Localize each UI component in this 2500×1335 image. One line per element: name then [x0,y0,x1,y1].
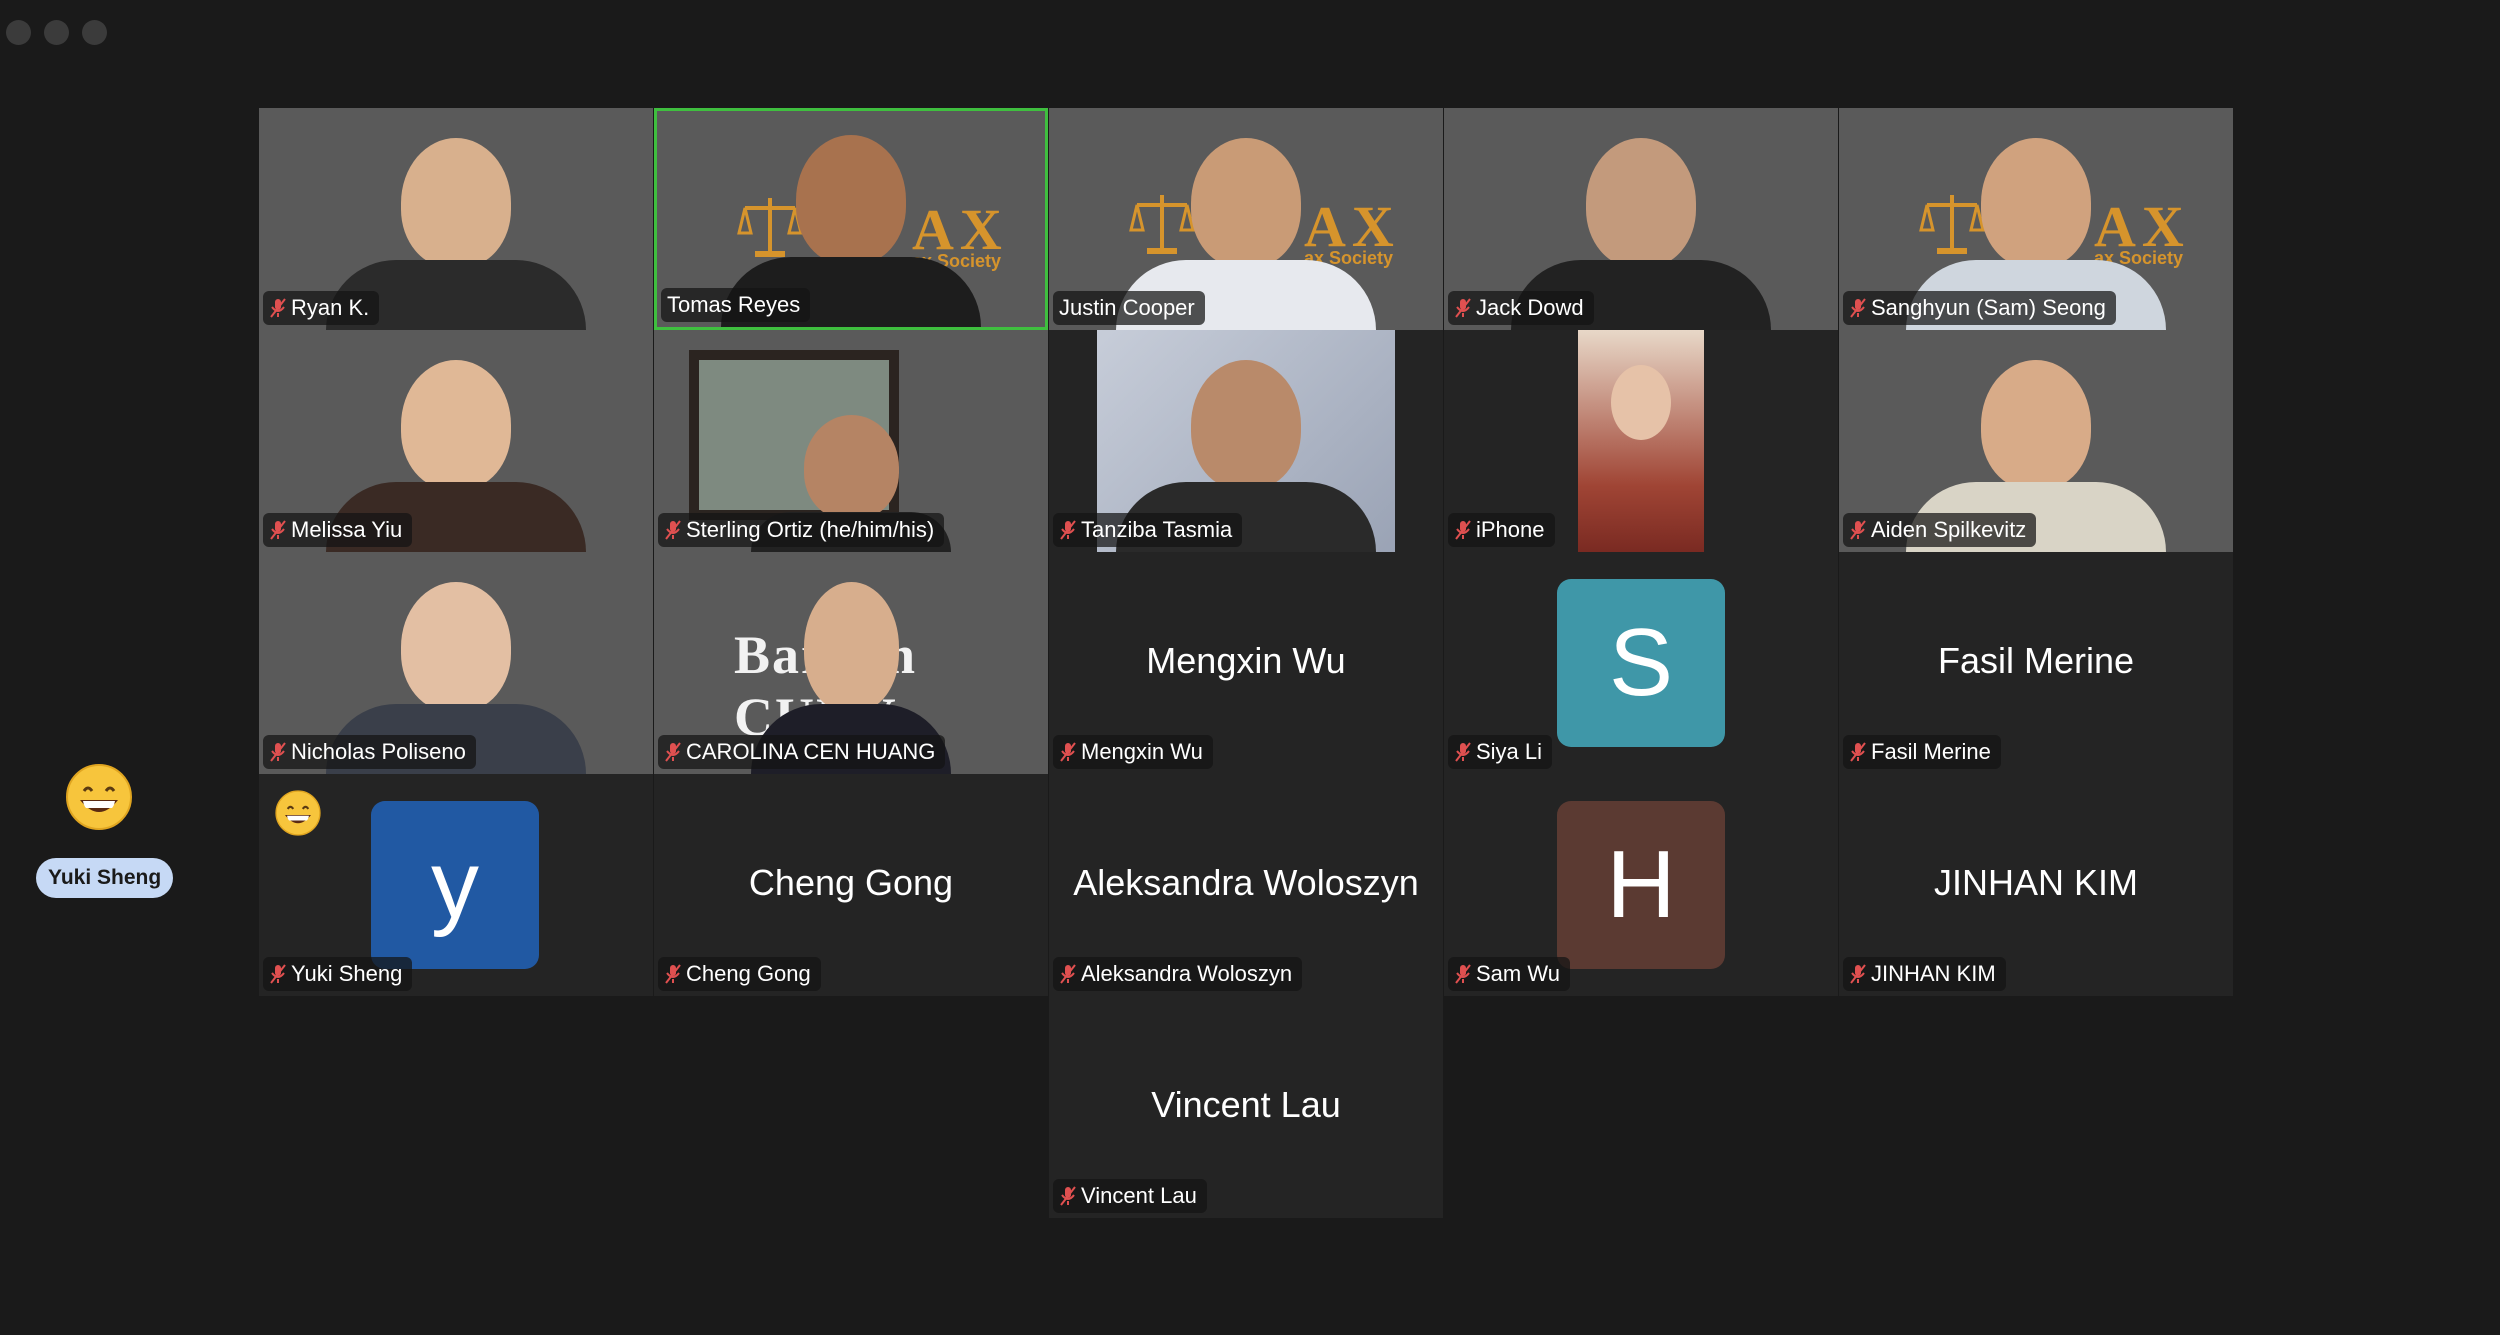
participant-name: Sanghyun (Sam) Seong [1871,295,2106,320]
participant-name-tag: Mengxin Wu [1053,735,1213,769]
mic-muted-icon [269,297,287,319]
grinning-face-icon [66,764,132,830]
participant-tile[interactable]: Aiden Spilkevitz [1839,330,2233,552]
participant-name-tag: Siya Li [1448,735,1553,769]
participant-tile[interactable]: AX ax Society Justin Cooper [1049,108,1443,330]
participant-name-tag: Sanghyun (Sam) Seong [1843,291,2116,325]
zoom-window-button[interactable] [82,20,107,45]
participant-name: Fasil Merine [1871,739,1991,764]
mic-muted-icon [1059,519,1077,541]
participant-name-tag: Aleksandra Woloszyn [1053,957,1303,991]
participant-name-tag: JINHAN KIM [1843,957,2006,991]
participant-name: JINHAN KIM [1871,961,1996,986]
participant-name-tag: Vincent Lau [1053,1179,1207,1213]
participant-tile[interactable]: AX ax Society Sanghyun (Sam) Seong [1839,108,2233,330]
participant-name-tag: Melissa Yiu [263,513,413,547]
participant-display-name: JINHAN KIM [1933,861,2138,903]
participant-tile[interactable]: Ryan K. [259,108,653,330]
participant-display-name: Cheng Gong [748,861,954,903]
participant-tile[interactable]: Tanziba Tasmia [1049,330,1443,552]
participant-name-tag: Aiden Spilkevitz [1843,513,2037,547]
participant-name: Melissa Yiu [291,517,403,542]
participant-name: Nicholas Poliseno [291,739,466,764]
participant-tile[interactable]: iPhone [1444,330,1838,552]
participant-name: Aiden Spilkevitz [1871,517,2027,542]
participant-tile[interactable]: Cheng Gong Cheng Gong [654,774,1048,996]
participant-name-tag: Justin Cooper [1053,291,1205,325]
participant-name: iPhone [1476,517,1545,542]
participant-name-tag: iPhone [1448,513,1555,547]
participant-name: Justin Cooper [1059,295,1195,320]
mic-muted-icon [1849,519,1867,541]
mic-muted-icon [1454,297,1472,319]
participant-display-name: Fasil Merine [1937,639,2135,681]
mic-muted-icon [1454,741,1472,763]
minimize-window-button[interactable] [44,20,69,45]
participant-tile[interactable]: Sterling Ortiz (he/him/his) [654,330,1048,552]
mic-muted-icon [664,741,682,763]
participant-name-tag: Cheng Gong [658,957,821,991]
participant-tile[interactable]: Jack Dowd [1444,108,1838,330]
participant-tile[interactable]: H Sam Wu [1444,774,1838,996]
participant-avatar: y [371,801,539,969]
participant-tile[interactable]: Baruch CUNY CAROLINA CEN HUANG [654,552,1048,774]
participant-avatar: S [1557,579,1725,747]
participant-name: Aleksandra Woloszyn [1081,961,1293,986]
mic-muted-icon [1059,741,1077,763]
participant-tile[interactable]: S Siya Li [1444,552,1838,774]
participant-name-tag: Yuki Sheng [263,957,413,991]
participant-name-tag: Tanziba Tasmia [1053,513,1243,547]
mic-muted-icon [1849,963,1867,985]
window-controls [6,20,107,45]
participant-video [1578,330,1704,552]
participant-name: Mengxin Wu [1081,739,1203,764]
participant-name: CAROLINA CEN HUANG [686,739,936,764]
participant-name: Cheng Gong [686,961,811,986]
participant-tile[interactable]: Melissa Yiu [259,330,653,552]
grinning-face-icon [275,790,321,836]
mic-muted-icon [269,963,287,985]
participant-name-tag: Tomas Reyes [661,288,811,322]
participant-name: Tanziba Tasmia [1081,517,1233,542]
mic-muted-icon [1454,963,1472,985]
participant-name-tag: Nicholas Poliseno [263,735,476,769]
mic-muted-icon [1059,1185,1077,1207]
participant-tile[interactable]: Fasil Merine Fasil Merine [1839,552,2233,774]
participant-name-tag: Sam Wu [1448,957,1570,991]
participant-name-tag: Ryan K. [263,291,380,325]
participant-tile[interactable]: y Yuki Sheng [259,774,653,996]
reaction-name-label: Yuki Sheng [36,858,174,898]
participant-name-tag: Fasil Merine [1843,735,2001,769]
participant-tile[interactable]: Vincent Lau Vincent Lau [1049,996,1443,1218]
participant-display-name: Vincent Lau [1151,1083,1341,1125]
mic-muted-icon [1849,741,1867,763]
mic-muted-icon [664,519,682,541]
mic-muted-icon [1059,963,1077,985]
participant-name: Sterling Ortiz (he/him/his) [686,517,935,542]
participant-name: Siya Li [1476,739,1543,764]
participant-name: Vincent Lau [1081,1183,1197,1208]
participant-name: Sam Wu [1476,961,1560,986]
participant-tile[interactable]: Mengxin Wu Mengxin Wu [1049,552,1443,774]
mic-muted-icon [1454,519,1472,541]
participant-name-tag: CAROLINA CEN HUANG [658,735,946,769]
participant-display-name: Mengxin Wu [1146,639,1346,681]
participant-tile[interactable]: JINHAN KIM JINHAN KIM [1839,774,2233,996]
participant-tile[interactable]: Nicholas Poliseno [259,552,653,774]
participant-tile-active-speaker[interactable]: AX ax Society Tomas Reyes [654,108,1048,330]
mic-muted-icon [269,519,287,541]
participant-name: Tomas Reyes [667,292,801,317]
close-window-button[interactable] [6,20,31,45]
participant-name: Jack Dowd [1476,295,1584,320]
mic-muted-icon [1849,297,1867,319]
participant-tile[interactable]: Aleksandra Woloszyn Aleksandra Woloszyn [1049,774,1443,996]
participant-name: Yuki Sheng [291,961,403,986]
participant-display-name: Aleksandra Woloszyn [1073,861,1419,903]
participant-avatar: H [1557,801,1725,969]
mic-muted-icon [664,963,682,985]
participant-name-tag: Sterling Ortiz (he/him/his) [658,513,945,547]
participant-name: Ryan K. [291,295,370,320]
mic-muted-icon [269,741,287,763]
participant-name-tag: Jack Dowd [1448,291,1594,325]
